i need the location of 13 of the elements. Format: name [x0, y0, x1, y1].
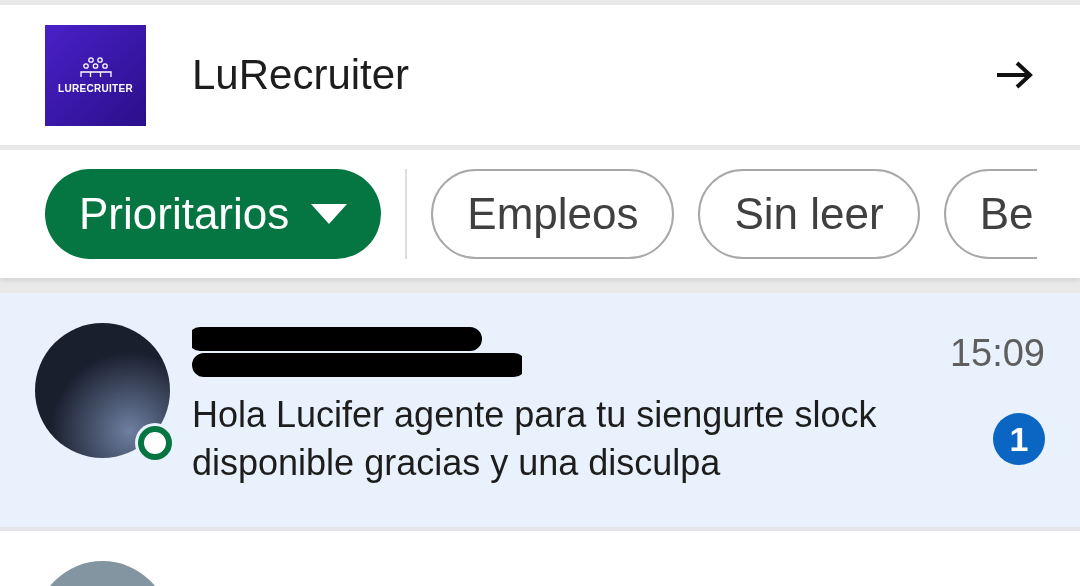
unread-count-badge: 1: [993, 413, 1045, 465]
page-title: LuRecruiter: [192, 51, 411, 99]
logo-text: LURECRUITER: [58, 82, 133, 94]
conversation-row[interactable]: 15:09 Hola Lucifer agente para tu siengurte slock disponible gracias y una disculpa 1: [0, 293, 1080, 531]
message-time: 15:09: [949, 331, 1045, 375]
arrow-right-icon[interactable]: [995, 60, 1035, 90]
people-icon: [79, 56, 112, 79]
filter-chip[interactable]: Sin leer: [698, 169, 920, 259]
message-preview: Hola Lucifer agente para tu siengurte slock disponible gracias y una disculpa: [192, 393, 878, 485]
filter-chip[interactable]: Be: [943, 169, 1038, 259]
filter-dropdown[interactable]: Prioritarios: [45, 169, 382, 259]
caret-icon: [311, 204, 348, 224]
filter-chip[interactable]: Empleos: [431, 169, 675, 259]
